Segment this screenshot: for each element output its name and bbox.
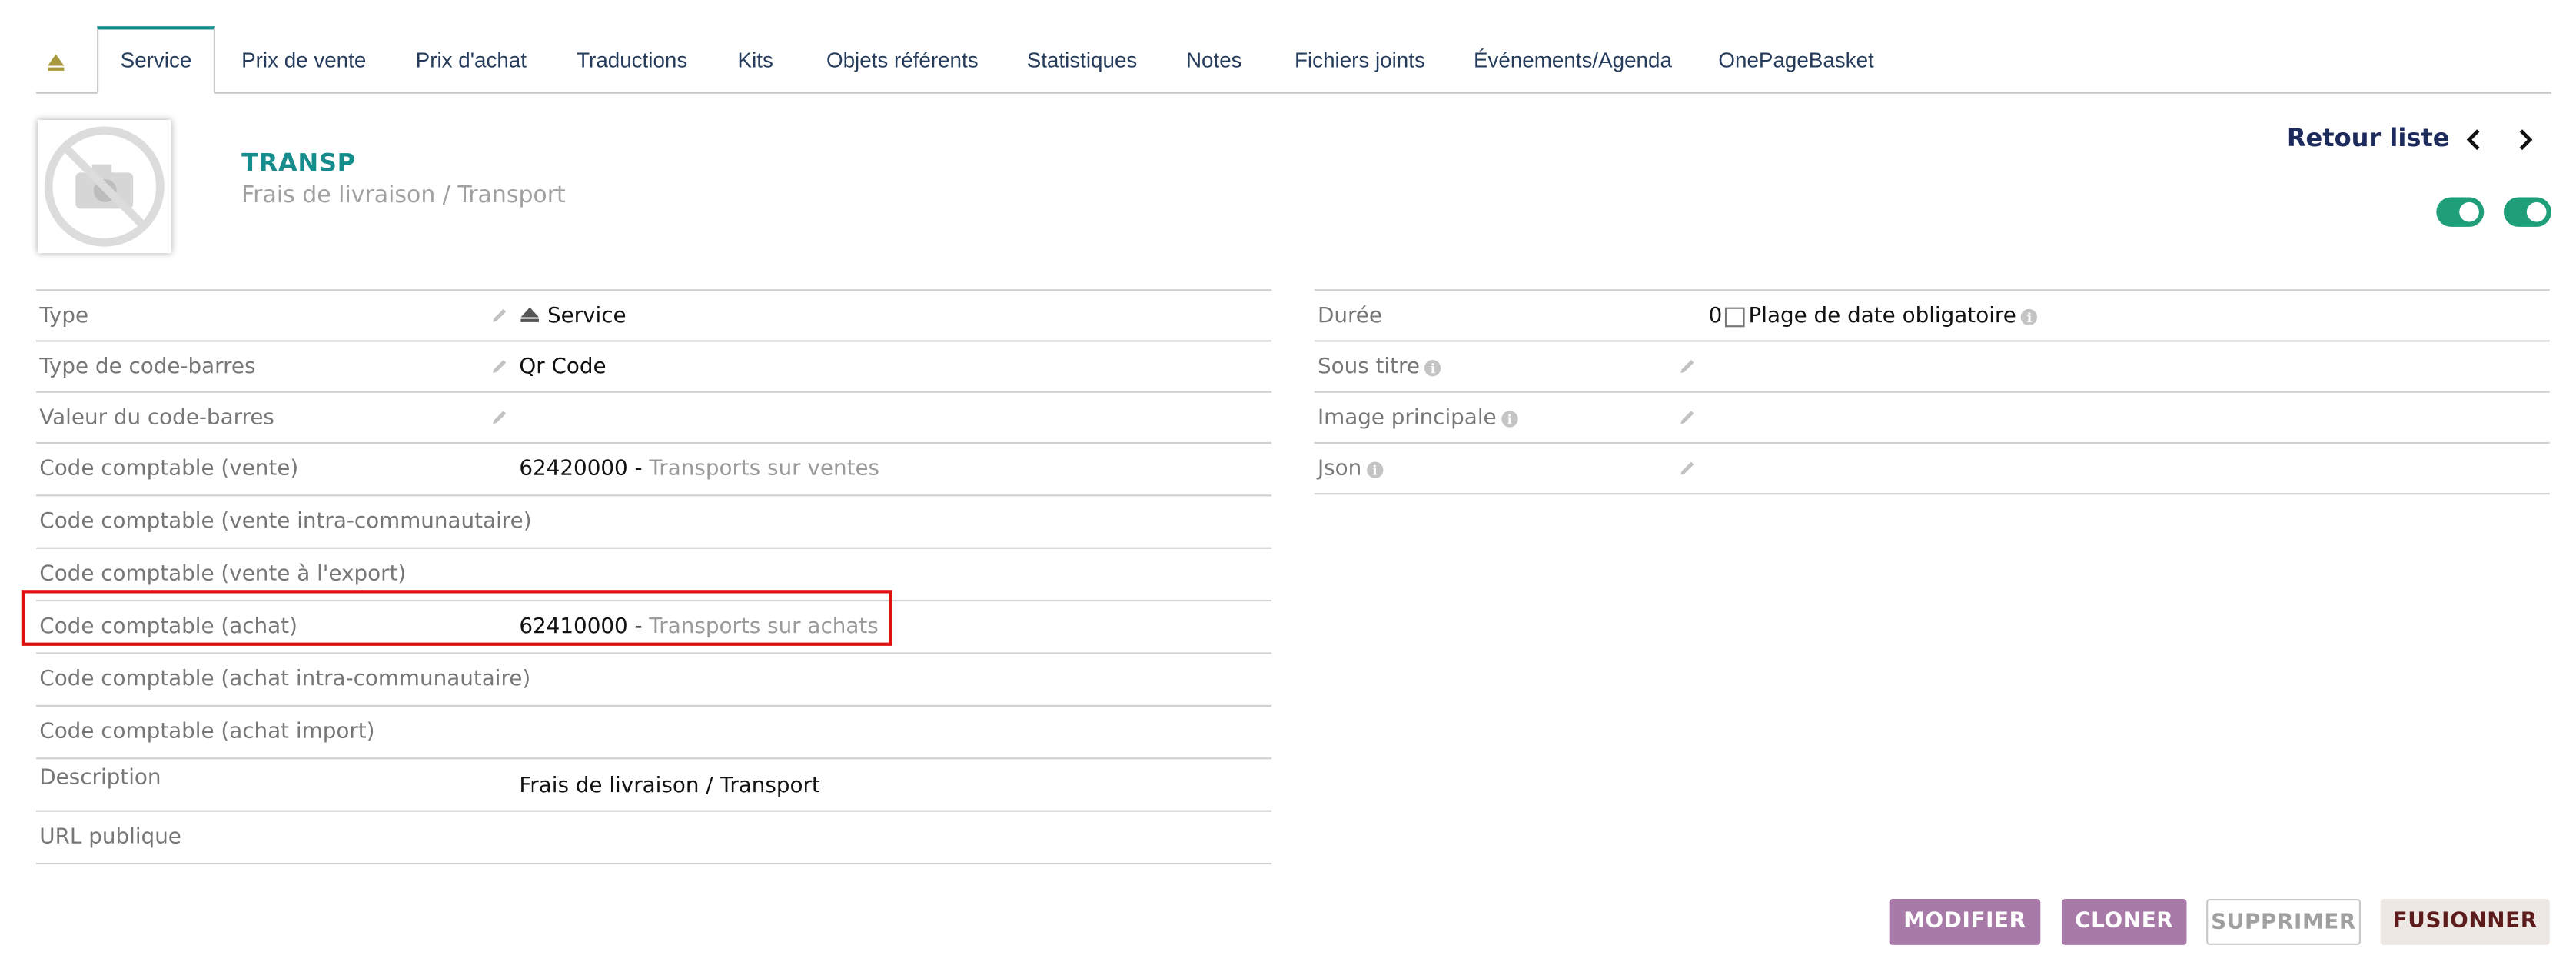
back-to-list-link[interactable]: Retour liste [2287,123,2450,152]
chevron-right-icon [2519,129,2533,151]
no-photo-icon [44,126,165,247]
tab-objets-referents[interactable]: Objets référents [826,26,979,92]
on-sale-toggle[interactable] [2436,197,2485,227]
tab-kits[interactable]: Kits [738,26,773,92]
info-icon: i [1366,461,1384,478]
modify-button[interactable]: MODIFIER [1889,898,2041,945]
edit-pencil-icon[interactable] [490,408,510,428]
field-label: Code comptable (vente intra-communautair… [39,509,532,534]
field-row-duration: Durée 0 Plage de date obligatoire i [1314,291,2550,342]
field-label: Type de code-barres [39,355,256,380]
merge-button[interactable]: FUSIONNER [2380,898,2550,945]
edit-pencil-icon[interactable] [1677,458,1697,478]
field-row-accounting-buy-import: Code comptable (achat import) [36,707,1272,760]
tab-evenements-agenda[interactable]: Événements/Agenda [1474,26,1672,92]
mandatory-date-range-checkbox[interactable] [1725,306,1746,327]
tab-prix-d-achat[interactable]: Prix d'achat [416,26,527,92]
tab-fichiers-joints[interactable]: Fichiers joints [1295,26,1425,92]
tab-onepagebasket[interactable]: OnePageBasket [1718,26,1873,92]
field-row-accounting-buy-intra: Code comptable (achat intra-communautair… [36,654,1272,707]
tab-prix-de-vente[interactable]: Prix de vente [241,26,366,92]
next-record-button[interactable] [2512,127,2538,153]
tab-home[interactable] [36,26,97,92]
field-row-description: Description Frais de livraison / Transpo… [36,759,1272,812]
field-row-subtitle: Sous titre i [1314,342,2550,393]
duration-value: 0 [1708,304,1723,329]
field-label: Sous titre [1317,355,1420,380]
tab-notes[interactable]: Notes [1186,26,1242,92]
product-type-icon [47,54,65,71]
field-row-accounting-sell: Code comptable (vente) 62420000 - Transp… [36,444,1272,497]
field-label: Json [1317,457,1362,482]
field-label: Code comptable (achat import) [39,720,375,745]
field-label: URL publique [39,824,181,850]
edit-pencil-icon[interactable] [1677,408,1697,428]
previous-record-button[interactable] [2461,127,2487,153]
toggle-knob [2526,201,2547,222]
field-label: Durée [1317,304,1382,329]
info-icon: i [1501,410,1518,427]
field-label: Type [39,304,89,329]
field-row-main-image: Image principale i [1314,393,2550,444]
service-type-icon [520,307,539,322]
account-label: Transports sur ventes [649,457,880,482]
product-fields-left: Type Service Type de code-barres Qr Code… [36,289,1272,865]
field-row-barcode-value: Valeur du code-barres [36,393,1272,444]
product-photo-placeholder[interactable] [38,120,171,254]
field-label: Valeur du code-barres [39,405,274,431]
account-code: 62420000 - [519,457,650,482]
info-icon: i [1424,358,1441,376]
tab-bar: Service Prix de vente Prix d'achat Tradu… [36,26,2551,94]
field-row-accounting-sell-intra: Code comptable (vente intra-communautair… [36,496,1272,549]
field-value: Qr Code [519,355,607,380]
delete-button[interactable]: SUPPRIMER [2206,898,2362,945]
field-label: Description [39,765,161,791]
edit-pencil-icon[interactable] [490,306,510,326]
mandatory-date-range-label: Plage de date obligatoire [1748,304,2016,329]
product-fields-right: Durée 0 Plage de date obligatoire i Sous t… [1314,289,2550,495]
field-row-barcode-type: Type de code-barres Qr Code [36,342,1272,393]
tab-traductions[interactable]: Traductions [577,26,687,92]
field-value: Service [547,304,627,329]
field-value: Frais de livraison / Transport [519,774,820,799]
edit-pencil-icon[interactable] [1677,357,1697,377]
field-row-public-url: URL publique [36,812,1272,865]
field-label: Code comptable (achat intra-communautair… [39,667,531,692]
field-label: Code comptable (vente à l'export) [39,561,407,587]
field-label: Image principale [1317,405,1497,431]
product-label: Frais de livraison / Transport [241,182,566,209]
field-row-json: Json i [1314,444,2550,495]
info-icon: i [2021,308,2038,325]
chevron-left-icon [2466,129,2480,151]
edit-pencil-icon[interactable] [490,357,510,377]
field-label: Code comptable (vente) [39,457,299,482]
tab-statistiques[interactable]: Statistiques [1027,26,1138,92]
highlight-box [21,590,892,646]
toggle-knob [2459,201,2479,222]
field-row-type: Type Service [36,291,1272,342]
tab-service[interactable]: Service [97,26,215,94]
clone-button[interactable]: CLONER [2062,898,2187,945]
product-ref: TRANSP [241,148,356,178]
on-purchase-toggle[interactable] [2503,197,2551,227]
